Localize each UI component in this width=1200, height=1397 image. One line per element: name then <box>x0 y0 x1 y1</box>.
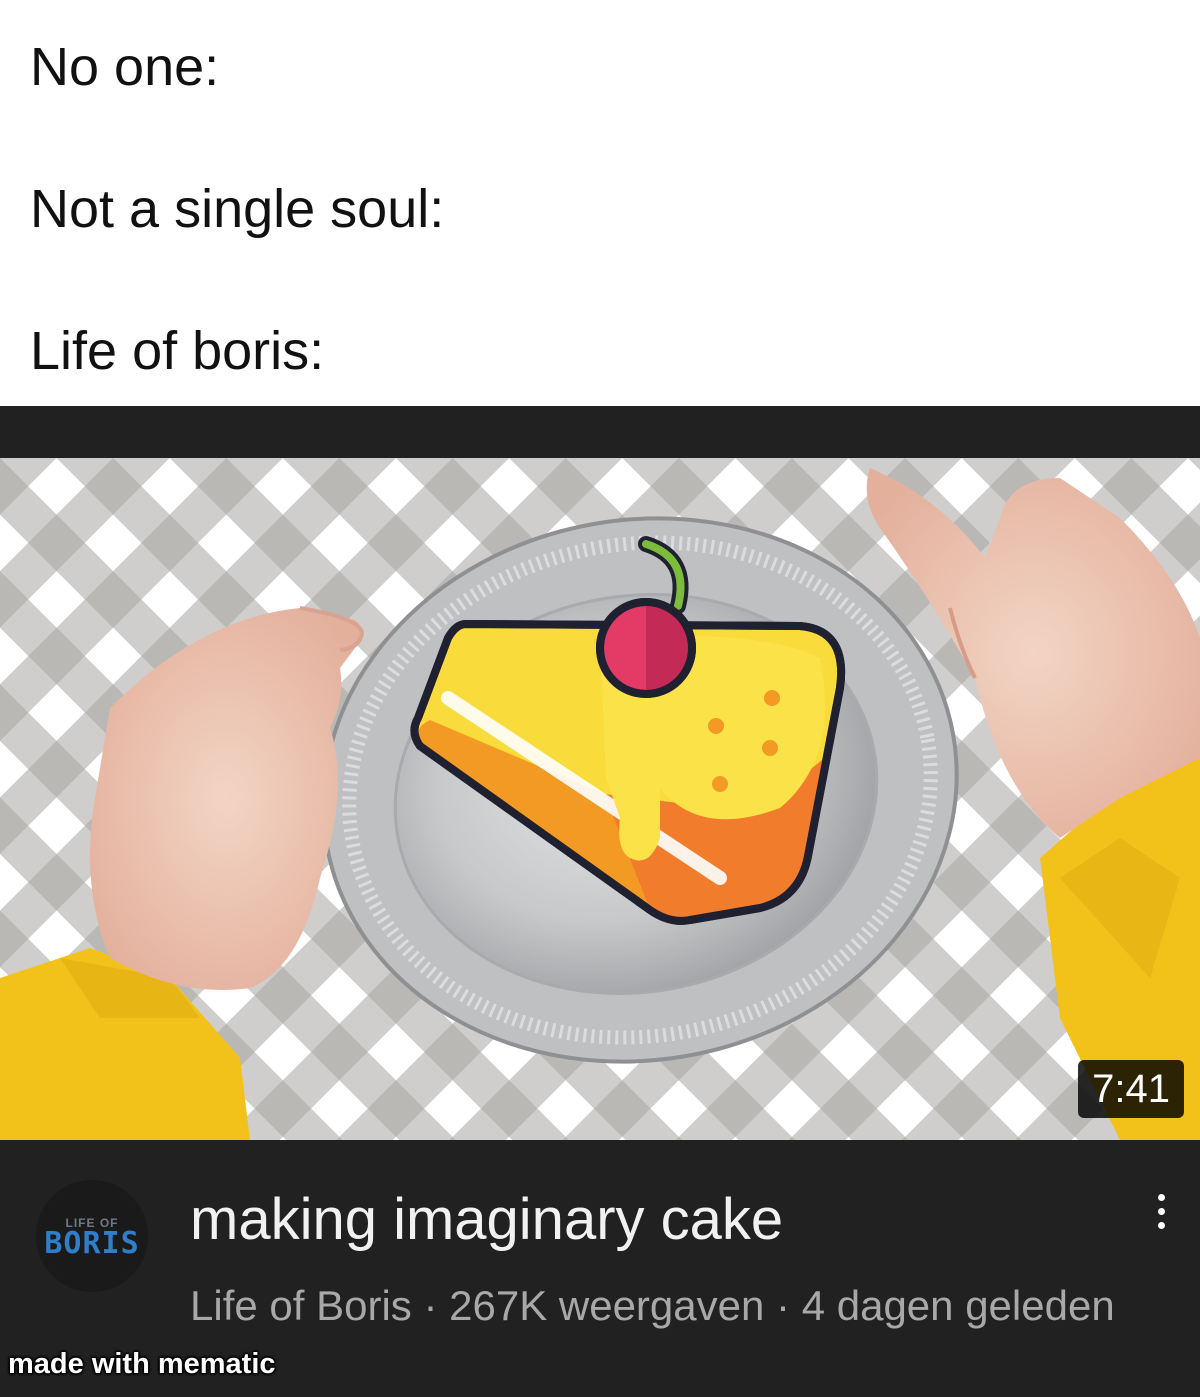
caption-line-life-of-boris: Life of boris: <box>30 321 325 381</box>
video-duration-badge: 7:41 <box>1078 1060 1184 1118</box>
caption-line-single-soul: Not a single soul: <box>30 179 445 239</box>
caption-line-no-one: No one: <box>30 37 220 97</box>
thumbnail-image <box>0 458 1200 1140</box>
avatar-logo-big-text: BORIS <box>44 1226 140 1261</box>
more-options-icon[interactable] <box>1138 1186 1184 1236</box>
video-thumbnail[interactable]: 7:41 <box>0 458 1200 1140</box>
mematic-watermark: made with mematic <box>8 1348 276 1380</box>
separator: · <box>776 1282 791 1329</box>
kebab-dot <box>1157 1207 1165 1215</box>
meme-caption: No one: Not a single soul: Life of boris… <box>0 0 1200 406</box>
view-count: 267K weergaven <box>449 1282 765 1329</box>
upload-age: 4 dagen geleden <box>801 1282 1115 1329</box>
video-subtitle: Life of Boris · 267K weergaven · 4 dagen… <box>190 1272 1150 1340</box>
kebab-dot <box>1157 1193 1165 1201</box>
kebab-dot <box>1157 1221 1165 1229</box>
youtube-video-card: 7:41 LIFE OF BORIS making imaginary cake… <box>0 406 1200 1397</box>
separator: · <box>423 1282 438 1329</box>
channel-avatar[interactable]: LIFE OF BORIS <box>36 1180 148 1292</box>
channel-name[interactable]: Life of Boris <box>190 1282 412 1329</box>
video-title[interactable]: making imaginary cake <box>190 1188 783 1252</box>
